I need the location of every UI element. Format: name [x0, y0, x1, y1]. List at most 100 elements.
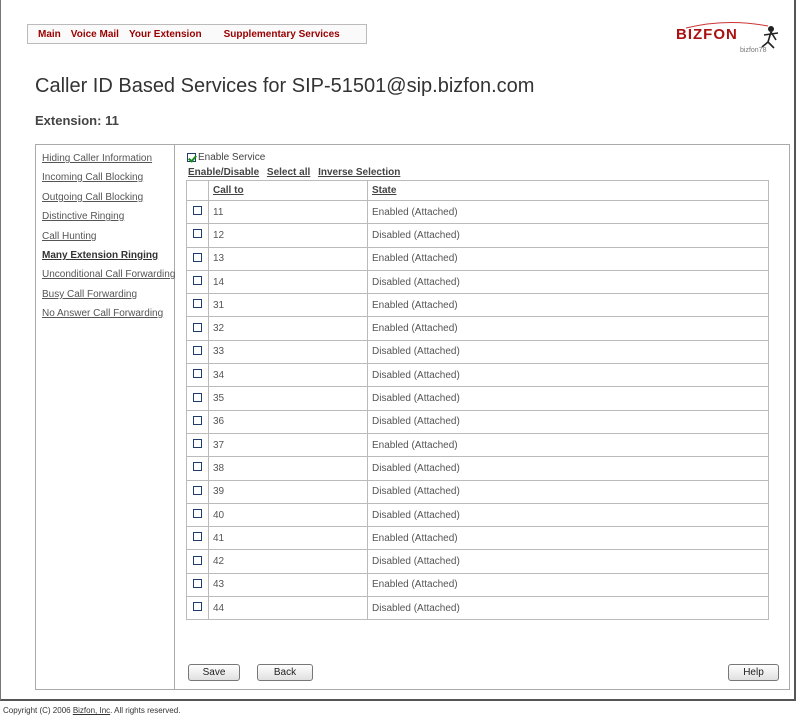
sidebar-item-busy-call-forwarding[interactable]: Busy Call Forwarding	[42, 289, 137, 300]
state-cell: Disabled (Attached)	[367, 409, 769, 434]
call-to-cell: 37	[208, 432, 368, 458]
footer-prefix: Copyright (C) 2006	[3, 706, 73, 715]
nav-your-extension[interactable]: Your Extension	[129, 29, 202, 40]
table-body: 11 Enabled (Attached) 12 Disabled (Attached…	[186, 199, 769, 621]
inverse-selection-link[interactable]: Inverse Selection	[318, 167, 400, 178]
call-to-cell: 32	[208, 316, 368, 341]
state-cell: Disabled (Attached)	[367, 456, 769, 481]
call-to-column-header[interactable]: Call to	[208, 180, 368, 201]
row-select-cell	[186, 526, 209, 551]
row-checkbox[interactable]	[193, 415, 202, 425]
row-checkbox[interactable]	[193, 345, 202, 355]
row-select-cell	[186, 456, 209, 481]
state-cell: Disabled (Attached)	[367, 386, 769, 411]
extension-label: Extension: 11	[35, 113, 119, 128]
row-checkbox[interactable]	[193, 439, 202, 449]
state-cell: Disabled (Attached)	[367, 363, 769, 388]
state-cell: Enabled (Attached)	[367, 572, 769, 598]
selection-actions: Enable/Disable Select all Inverse Select…	[188, 167, 405, 178]
table-row: 14 Disabled (Attached)	[186, 269, 769, 295]
call-to-cell: 39	[208, 479, 368, 504]
row-checkbox[interactable]	[193, 299, 202, 309]
row-select-cell	[186, 596, 209, 621]
footer-company-link[interactable]: Bizfon, Inc	[73, 706, 110, 715]
row-select-cell	[186, 199, 209, 225]
call-to-cell: 38	[208, 456, 368, 481]
row-checkbox[interactable]	[193, 206, 202, 216]
row-checkbox[interactable]	[193, 462, 202, 472]
sidebar-item-unconditional-call-forwarding[interactable]: Unconditional Call Forwarding	[42, 269, 175, 280]
sidebar-item-many-extension-ringing[interactable]: Many Extension Ringing	[42, 250, 158, 261]
save-button[interactable]: Save	[188, 664, 240, 681]
state-cell: Disabled (Attached)	[367, 549, 769, 574]
page-title: Caller ID Based Services for SIP-51501@s…	[35, 75, 535, 97]
row-select-cell	[186, 223, 209, 248]
sidebar-item-hiding-caller-information[interactable]: Hiding Caller Information	[42, 153, 152, 164]
call-to-cell: 40	[208, 502, 368, 528]
call-to-cell: 11	[208, 199, 368, 225]
call-to-cell: 12	[208, 223, 368, 248]
row-select-cell	[186, 479, 209, 504]
row-select-cell	[186, 572, 209, 598]
state-cell: Disabled (Attached)	[367, 502, 769, 528]
enable-disable-link[interactable]: Enable/Disable	[188, 167, 259, 178]
bizfon-logo: BIZFON bizfon78	[676, 20, 786, 60]
row-select-cell	[186, 386, 209, 411]
table-row: 42 Disabled (Attached)	[186, 549, 769, 574]
table-row: 12 Disabled (Attached)	[186, 223, 769, 248]
call-to-cell: 36	[208, 409, 368, 434]
row-checkbox[interactable]	[193, 369, 202, 379]
sidebar-item-call-hunting[interactable]: Call Hunting	[42, 231, 96, 242]
state-cell: Disabled (Attached)	[367, 223, 769, 248]
top-nav: Main Voice Mail Your Extension Supplemen…	[27, 24, 367, 44]
table-row: 39 Disabled (Attached)	[186, 479, 769, 504]
sidebar-item-distinctive-ringing[interactable]: Distinctive Ringing	[42, 211, 124, 222]
row-select-cell	[186, 293, 209, 318]
row-checkbox[interactable]	[193, 555, 202, 565]
row-checkbox[interactable]	[193, 252, 202, 262]
row-checkbox[interactable]	[193, 276, 202, 286]
nav-voice-mail[interactable]: Voice Mail	[71, 29, 119, 40]
row-checkbox[interactable]	[193, 602, 202, 612]
call-to-cell: 33	[208, 339, 368, 365]
row-checkbox[interactable]	[193, 485, 202, 495]
select-all-link[interactable]: Select all	[267, 167, 310, 178]
call-to-cell: 35	[208, 386, 368, 411]
footer: Copyright (C) 2006 Bizfon, Inc. All righ…	[3, 706, 180, 715]
state-cell: Disabled (Attached)	[367, 479, 769, 504]
nav-supplementary-services[interactable]: Supplementary Services	[224, 29, 340, 40]
row-checkbox[interactable]	[193, 229, 202, 239]
table-row: 40 Disabled (Attached)	[186, 502, 769, 528]
call-to-cell: 13	[208, 246, 368, 271]
row-checkbox[interactable]	[193, 532, 202, 542]
table-row: 41 Enabled (Attached)	[186, 526, 769, 551]
select-column-header	[186, 180, 209, 201]
state-cell: Disabled (Attached)	[367, 596, 769, 621]
state-cell: Enabled (Attached)	[367, 316, 769, 341]
table-row: 33 Disabled (Attached)	[186, 339, 769, 365]
back-button[interactable]: Back	[257, 664, 313, 681]
call-to-table: Call to State 11 Enabled (Attached) 12 Disa…	[186, 180, 769, 621]
table-row: 31 Enabled (Attached)	[186, 293, 769, 318]
enable-service-checkbox[interactable]	[187, 153, 196, 162]
state-column-header[interactable]: State	[367, 180, 769, 201]
table-header-row: Call to State	[186, 180, 769, 201]
logo-sub: bizfon78	[740, 47, 767, 54]
row-select-cell	[186, 502, 209, 528]
help-button[interactable]: Help	[728, 664, 779, 681]
call-to-cell: 14	[208, 269, 368, 295]
sidebar-item-incoming-call-blocking[interactable]: Incoming Call Blocking	[42, 172, 143, 183]
call-to-cell: 41	[208, 526, 368, 551]
sidebar-item-outgoing-call-blocking[interactable]: Outgoing Call Blocking	[42, 192, 143, 203]
state-cell: Enabled (Attached)	[367, 293, 769, 318]
sidebar-item-no-answer-call-forwarding[interactable]: No Answer Call Forwarding	[42, 308, 163, 319]
nav-main[interactable]: Main	[38, 29, 61, 40]
row-select-cell	[186, 549, 209, 574]
row-select-cell	[186, 269, 209, 295]
call-to-cell: 34	[208, 363, 368, 388]
row-checkbox[interactable]	[193, 509, 202, 518]
row-checkbox[interactable]	[193, 392, 202, 402]
row-checkbox[interactable]	[193, 578, 202, 588]
row-checkbox[interactable]	[193, 322, 202, 332]
row-select-cell	[186, 339, 209, 365]
